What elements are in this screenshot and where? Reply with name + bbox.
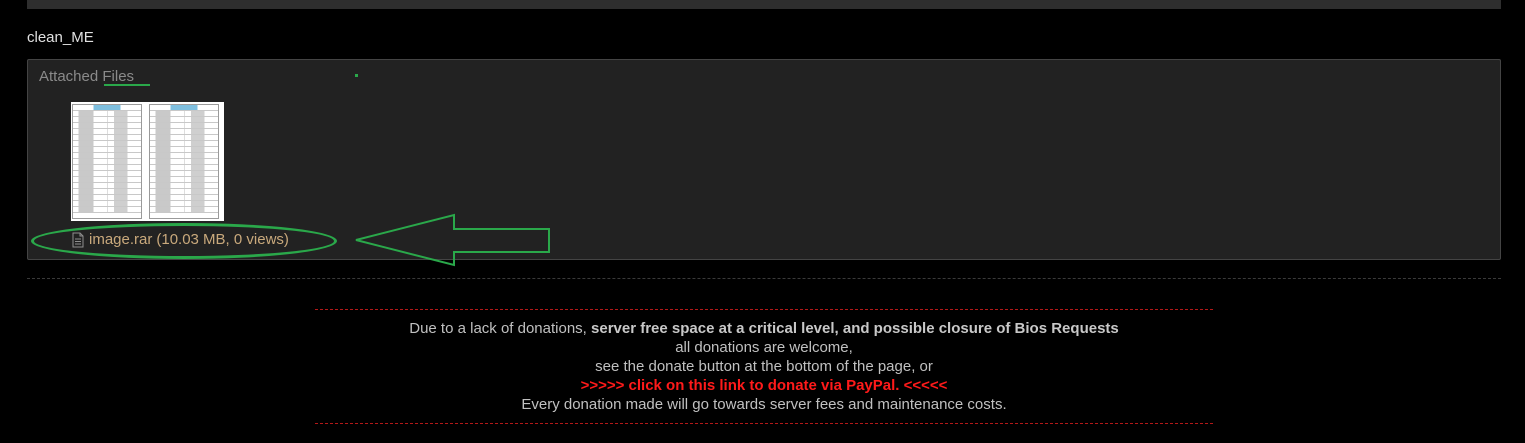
attached-files-panel: Attached Files image.rar (10.03 MB, 0 vi… [27,59,1501,260]
donation-notice: Due to a lack of donations, server free … [315,309,1213,424]
attached-files-title: Attached Files [39,68,135,85]
file-icon [71,232,85,248]
donation-line-1: Due to a lack of donations, server free … [409,320,1119,337]
annotation-dot [355,74,358,77]
top-bar [27,0,1501,9]
attachment-file-name: image.rar [89,231,153,248]
attachment-file-meta: (10.03 MB, 0 views) [156,231,289,248]
donation-warning: server free space at a critical level, a… [591,320,1119,337]
thumbnail-table-right [149,104,219,219]
annotation-underline [104,84,150,86]
paypal-donate-link[interactable]: >>>>> click on this link to donate via P… [315,376,1213,395]
donation-line-2: all donations are welcome, [675,339,853,356]
donation-line-5: Every donation made will go towards serv… [521,396,1007,413]
attachment-file-link[interactable]: image.rar (10.03 MB, 0 views) [71,231,289,248]
attachment-thumbnail[interactable] [71,102,224,221]
post-signature: clean_ME [27,29,94,46]
post-divider [27,278,1501,279]
donation-line-3: see the donate button at the bottom of t… [595,358,933,375]
thumbnail-table-left [72,104,142,219]
